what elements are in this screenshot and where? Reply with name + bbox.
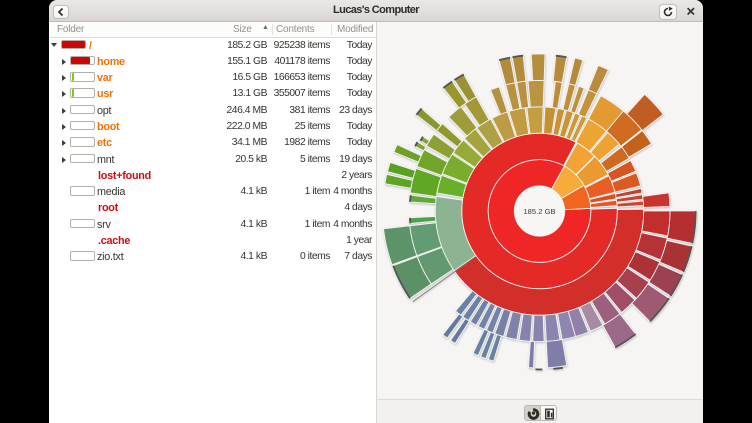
svg-text:185.2 GB: 185.2 GB xyxy=(523,207,555,216)
